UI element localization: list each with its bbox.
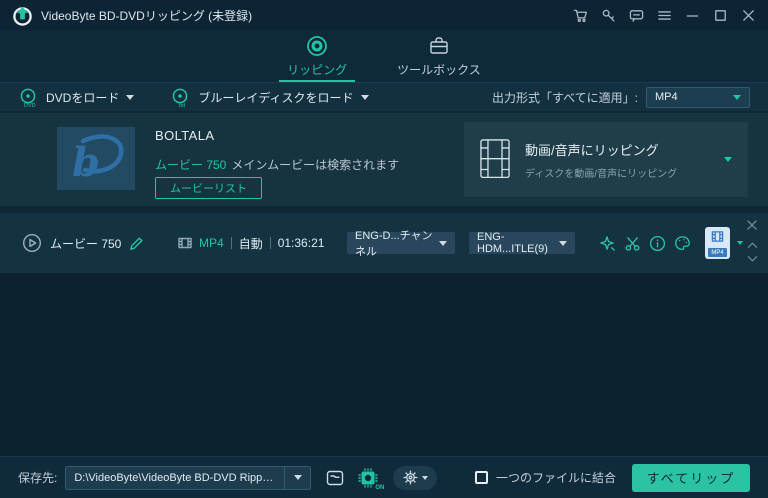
subtitle-track-value: ENG-HDM...ITLE(9) (477, 231, 548, 255)
save-path-combo[interactable]: D:\VideoByte\VideoByte BD-DVD Ripper\Rip… (65, 465, 312, 490)
menu-icon[interactable] (657, 8, 672, 23)
tab-ripping-label: リッピング (287, 62, 348, 77)
title-bar: VideoByte BD-DVDリッピング (未登録) (0, 0, 768, 30)
save-destination-label: 保存先: (18, 471, 58, 485)
palette-icon[interactable] (674, 235, 691, 252)
disc-info-panel: b BOLTALA ムービー 750 メインムービーは検索されます ムービーリスト… (0, 113, 768, 206)
rename-pencil-icon[interactable] (129, 236, 144, 251)
movie-duration: 01:36:21 (277, 236, 325, 250)
rip-mode-title: 動画/音声にリッピング (525, 142, 659, 158)
gpu-on-badge: ON (375, 484, 385, 491)
maximize-icon[interactable] (713, 8, 728, 23)
movie-quality: 自動 (238, 236, 263, 251)
cart-icon[interactable] (573, 8, 588, 23)
dvd-disc-icon: DVD (18, 87, 39, 108)
bluray-logo-icon: b (72, 134, 124, 186)
settings-caret-icon (421, 475, 428, 480)
scissors-icon[interactable] (624, 235, 641, 252)
tab-toolbox-label: ツールボックス (397, 62, 481, 77)
empty-list-area (0, 273, 768, 456)
subtitle-track-caret-icon (559, 240, 567, 246)
separator (230, 237, 232, 249)
load-dvd-label: DVDをロード (46, 90, 120, 105)
toolbox-briefcase-icon (428, 35, 450, 57)
window-title: VideoByte BD-DVDリッピング (未登録) (41, 8, 253, 23)
movie-tools (599, 213, 691, 273)
movie-format: MP4 (199, 236, 224, 250)
output-format-label: 出力形式「すべてに適用」: (491, 90, 638, 105)
output-format-caret-icon (733, 94, 741, 100)
bluray-disc-icon: bd (170, 87, 191, 108)
gpu-acceleration-toggle[interactable]: ON (357, 467, 384, 491)
disc-title: BOLTALA (155, 128, 215, 143)
ripping-target-icon (306, 35, 328, 57)
app-window: VideoByte BD-DVDリッピング (未登録) リッピング ツールボック… (0, 0, 768, 498)
gear-icon (403, 470, 418, 485)
bd-icon-label: bd (179, 103, 185, 108)
badge-caret-icon[interactable] (737, 241, 743, 245)
film-icon (178, 236, 192, 250)
subtitle-track-dropdown[interactable]: ENG-HDM...ITLE(9) (469, 231, 575, 255)
movie-format-info: MP4 自動 01:36:21 (178, 213, 324, 273)
row-close-icon[interactable] (746, 219, 758, 231)
badge-film-icon (711, 231, 724, 242)
merge-option: 一つのファイルに結合 (474, 469, 616, 486)
main-tab-bar: リッピング ツールボックス (0, 30, 768, 82)
audio-track-dropdown[interactable]: ENG-D...チャンネル (347, 230, 455, 258)
info-icon[interactable] (649, 235, 666, 252)
load-dvd-caret-icon[interactable] (126, 94, 135, 100)
tab-toolbox[interactable]: ツールボックス (389, 30, 489, 82)
load-bluray-label: ブルーレイディスクをロード (198, 90, 354, 105)
svg-text:b: b (72, 139, 100, 186)
settings-button[interactable] (393, 465, 438, 490)
filmstrip-icon (480, 139, 510, 180)
scroll-down-icon[interactable] (747, 255, 758, 263)
load-bluray-button[interactable]: bd ブルーレイディスクをロード (170, 87, 369, 108)
merge-checkbox-label: 一つのファイルに結合 (495, 471, 616, 485)
rip-mode-text: 動画/音声にリッピング ディスクを動画/音声にリッピング (525, 140, 677, 180)
magic-wand-icon[interactable] (599, 235, 616, 252)
audio-track-caret-icon (439, 240, 447, 246)
movie-list-button[interactable]: ムービーリスト (155, 177, 262, 199)
audio-track-value: ENG-D...チャンネル (355, 230, 433, 258)
save-path-value: D:\VideoByte\VideoByte BD-DVD Ripper\Rip… (74, 471, 285, 484)
disc-movie-count: ムービー 750 (155, 158, 227, 172)
feedback-icon[interactable] (629, 8, 644, 23)
movie-title-group: ムービー 750 (22, 213, 144, 273)
disc-movie-summary: ムービー 750 メインムービーは検索されます (155, 156, 399, 173)
load-toolbar: DVD DVDをロード bd ブルーレイディスクをロード 出力形式「すべてに適用… (0, 82, 768, 111)
key-icon[interactable] (601, 8, 616, 23)
minimize-icon[interactable] (685, 8, 700, 23)
movie-name: ムービー 750 (50, 236, 122, 251)
rip-mode-subtitle: ディスクを動画/音声にリッピング (525, 168, 678, 180)
dvd-icon-label: DVD (24, 103, 36, 108)
save-path-dropdown[interactable] (284, 466, 310, 489)
app-logo-icon (12, 5, 33, 26)
load-dvd-button[interactable]: DVD DVDをロード (18, 87, 135, 108)
disc-movie-note: メインムービーは検索されます (231, 158, 400, 172)
load-bluray-caret-icon[interactable] (360, 94, 369, 100)
close-icon[interactable] (741, 8, 756, 23)
footer-bar: 保存先: D:\VideoByte\VideoByte BD-DVD Rippe… (0, 456, 768, 498)
disc-thumbnail: b (57, 127, 135, 190)
output-format-group: 出力形式「すべてに適用」: MP4 (491, 86, 750, 108)
titlebar-actions (573, 8, 756, 23)
separator (269, 237, 271, 249)
save-path-caret-icon (293, 475, 302, 480)
rip-all-button[interactable]: すべてリップ (632, 463, 750, 492)
output-format-value: MP4 (655, 91, 678, 103)
rip-mode-selector[interactable]: 動画/音声にリッピング ディスクを動画/音声にリッピング (464, 122, 748, 197)
tab-ripping[interactable]: リッピング (279, 30, 356, 82)
open-folder-icon[interactable] (325, 468, 345, 488)
merge-checkbox[interactable] (474, 471, 488, 484)
output-format-badge[interactable]: MP4 (705, 227, 730, 259)
output-format-select[interactable]: MP4 (646, 86, 750, 108)
scroll-up-icon[interactable] (747, 241, 758, 249)
play-icon[interactable] (22, 233, 42, 253)
movie-row: ムービー 750 MP4 自動 01:36:21 ENG-D...チャンネル E… (0, 213, 768, 273)
rip-mode-caret-icon (724, 157, 732, 162)
badge-format-label: MP4 (708, 248, 727, 257)
